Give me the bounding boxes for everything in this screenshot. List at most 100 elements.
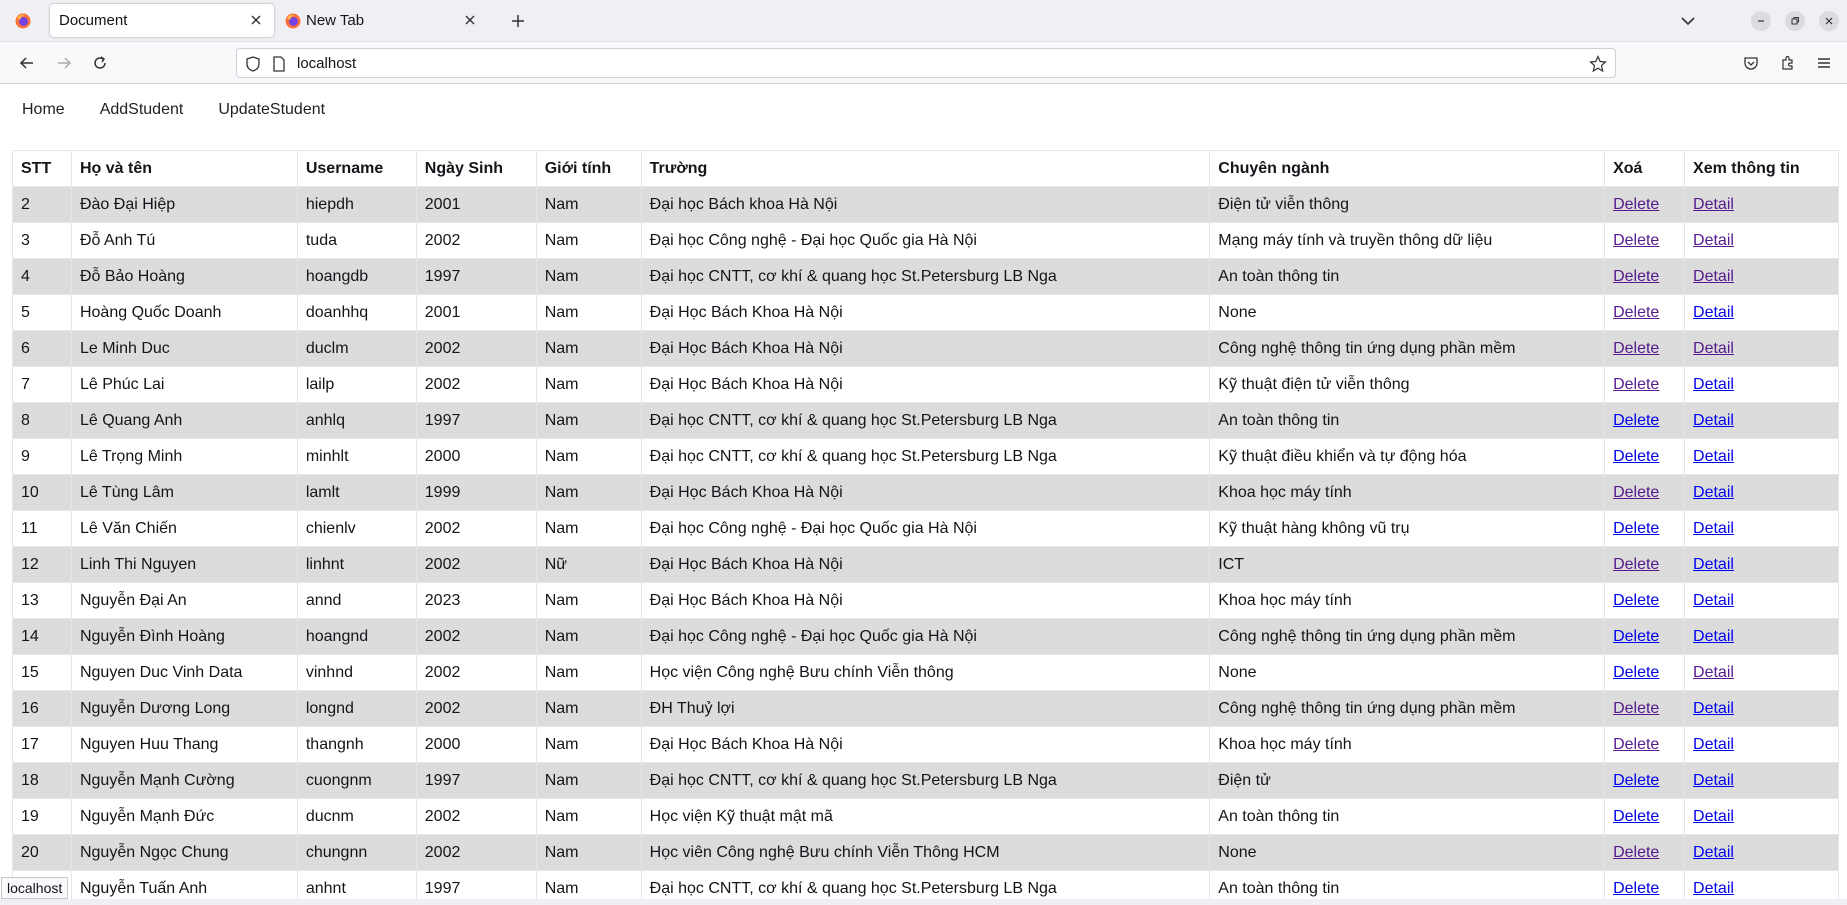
detail-link[interactable]: Detail xyxy=(1693,808,1734,825)
cell-username: ducnm xyxy=(296,798,417,835)
back-button[interactable] xyxy=(17,53,37,73)
url-text[interactable]: localhost xyxy=(297,55,356,72)
cell-gender: Nữ xyxy=(535,546,642,583)
cell-delete: Delete xyxy=(1604,438,1686,475)
detail-link[interactable]: Detail xyxy=(1693,340,1734,357)
cell-stt: 2 xyxy=(12,186,72,223)
cell-delete: Delete xyxy=(1604,690,1686,727)
nav-home-link[interactable]: Home xyxy=(22,101,65,119)
page-nav: Home AddStudent UpdateStudent xyxy=(22,101,360,119)
table-row: 2 Đào Đại Hiệp hiepdh 2001 Nam Đại học Bách k… xyxy=(12,186,1839,223)
cell-delete: Delete xyxy=(1604,366,1686,403)
table-row: 15 Nguyen Duc Vinh Data vinhnd 2002 Nam Học v… xyxy=(12,654,1839,691)
cell-delete: Delete xyxy=(1604,258,1686,295)
table-row: 4 Đỗ Bảo Hoàng hoangdb 1997 Nam Đại học CNTT,… xyxy=(12,258,1839,295)
new-tab-plus-icon[interactable] xyxy=(508,11,528,31)
cell-name: Nguyen Duc Vinh Data xyxy=(70,654,298,691)
cell-major: An toàn thông tin xyxy=(1209,258,1606,295)
detail-link[interactable]: Detail xyxy=(1693,664,1734,681)
detail-link[interactable]: Detail xyxy=(1693,556,1734,573)
cell-stt: 6 xyxy=(12,330,72,367)
bookmark-star-icon[interactable] xyxy=(1589,55,1607,73)
delete-link[interactable]: Delete xyxy=(1613,880,1659,897)
detail-link[interactable]: Detail xyxy=(1693,700,1734,717)
shield-icon[interactable] xyxy=(245,56,261,72)
cell-username: thangnh xyxy=(296,726,417,763)
detail-link[interactable]: Detail xyxy=(1693,196,1734,213)
chevron-down-icon[interactable] xyxy=(1678,11,1698,31)
cell-delete: Delete xyxy=(1604,294,1686,331)
restore-window-button[interactable] xyxy=(1785,11,1805,31)
detail-link[interactable]: Detail xyxy=(1693,376,1734,393)
cell-delete: Delete xyxy=(1604,330,1686,367)
delete-link[interactable]: Delete xyxy=(1613,304,1659,321)
url-bar[interactable]: localhost xyxy=(236,48,1616,78)
delete-link[interactable]: Delete xyxy=(1613,448,1659,465)
delete-link[interactable]: Delete xyxy=(1613,376,1659,393)
forward-button[interactable] xyxy=(54,53,74,73)
delete-link[interactable]: Delete xyxy=(1613,592,1659,609)
cell-stt: 4 xyxy=(12,258,72,295)
cell-school: Đại học Công nghệ - Đại học Quốc gia Hà … xyxy=(640,510,1211,547)
cell-stt: 8 xyxy=(12,402,72,439)
detail-link[interactable]: Detail xyxy=(1693,628,1734,645)
delete-link[interactable]: Delete xyxy=(1613,700,1659,717)
close-tab-icon[interactable] xyxy=(462,12,478,28)
cell-name: Lê Văn Chiến xyxy=(70,510,298,547)
close-window-button[interactable] xyxy=(1819,11,1839,31)
delete-link[interactable]: Delete xyxy=(1613,556,1659,573)
delete-link[interactable]: Delete xyxy=(1613,808,1659,825)
tab-new-tab[interactable]: New Tab xyxy=(280,4,488,37)
page-icon[interactable] xyxy=(271,56,287,72)
cell-school: Học viên Công nghệ Bưu chính Viễn Thông … xyxy=(640,834,1211,871)
detail-link[interactable]: Detail xyxy=(1693,448,1734,465)
delete-link[interactable]: Delete xyxy=(1613,412,1659,429)
detail-link[interactable]: Detail xyxy=(1693,736,1734,753)
reload-button[interactable] xyxy=(90,53,110,73)
detail-link[interactable]: Detail xyxy=(1693,880,1734,897)
cell-username: anhlq xyxy=(296,402,417,439)
cell-major: Công nghệ thông tin ứng dụng phần mềm xyxy=(1209,690,1606,727)
cell-major: Khoa học máy tính xyxy=(1209,582,1606,619)
cell-username: linhnt xyxy=(296,546,417,583)
cell-school: Đại Học Bách Khoa Hà Nội xyxy=(640,546,1211,583)
detail-link[interactable]: Detail xyxy=(1693,484,1734,501)
cell-stt: 15 xyxy=(12,654,72,691)
cell-username: duclm xyxy=(296,330,417,367)
cell-delete: Delete xyxy=(1604,654,1686,691)
detail-link[interactable]: Detail xyxy=(1693,232,1734,249)
delete-link[interactable]: Delete xyxy=(1613,268,1659,285)
detail-link[interactable]: Detail xyxy=(1693,520,1734,537)
delete-link[interactable]: Delete xyxy=(1613,340,1659,357)
detail-link[interactable]: Detail xyxy=(1693,592,1734,609)
delete-link[interactable]: Delete xyxy=(1613,196,1659,213)
extensions-button[interactable] xyxy=(1778,53,1798,73)
pocket-button[interactable] xyxy=(1741,53,1761,73)
detail-link[interactable]: Detail xyxy=(1693,304,1734,321)
cell-stt: 13 xyxy=(12,582,72,619)
cell-delete: Delete xyxy=(1604,402,1686,439)
nav-add-student-link[interactable]: AddStudent xyxy=(100,101,184,119)
app-menu-button[interactable] xyxy=(1814,53,1834,73)
firefox-icon[interactable] xyxy=(15,13,31,29)
detail-link[interactable]: Detail xyxy=(1693,412,1734,429)
delete-link[interactable]: Delete xyxy=(1613,772,1659,789)
minimize-window-button[interactable] xyxy=(1751,11,1771,31)
detail-link[interactable]: Detail xyxy=(1693,772,1734,789)
cell-major: Khoa học máy tính xyxy=(1209,474,1606,511)
nav-update-student-link[interactable]: UpdateStudent xyxy=(218,101,325,119)
cell-detail: Detail xyxy=(1684,762,1839,799)
delete-link[interactable]: Delete xyxy=(1613,520,1659,537)
cell-stt: 20 xyxy=(12,834,72,871)
delete-link[interactable]: Delete xyxy=(1613,736,1659,753)
delete-link[interactable]: Delete xyxy=(1613,664,1659,681)
tab-document[interactable]: Document xyxy=(50,4,274,37)
detail-link[interactable]: Detail xyxy=(1693,844,1734,861)
cell-stt: 16 xyxy=(12,690,72,727)
close-tab-icon[interactable] xyxy=(248,12,264,28)
delete-link[interactable]: Delete xyxy=(1613,232,1659,249)
delete-link[interactable]: Delete xyxy=(1613,844,1659,861)
delete-link[interactable]: Delete xyxy=(1613,484,1659,501)
delete-link[interactable]: Delete xyxy=(1613,628,1659,645)
detail-link[interactable]: Detail xyxy=(1693,268,1734,285)
